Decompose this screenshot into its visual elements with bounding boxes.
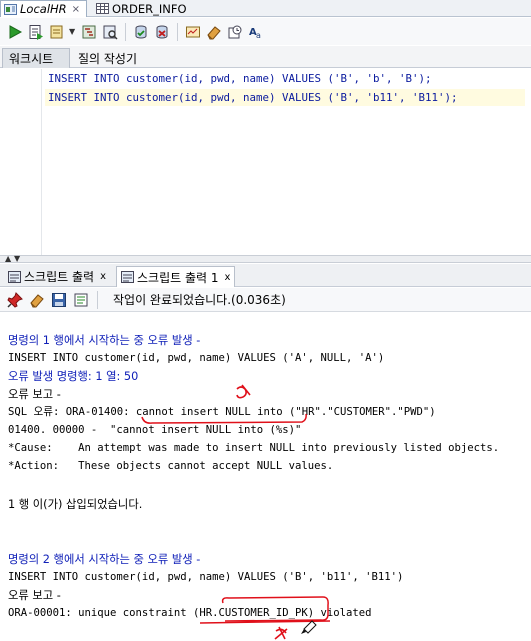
output-line: SQL 오류: ORA-01400: cannot insert NULL in… [8, 406, 436, 418]
eraser-icon[interactable] [28, 291, 46, 309]
tab-label: 스크립트 출력 [24, 270, 95, 284]
doc-tab-label: LocalHR [20, 2, 67, 16]
output-tab-bar: 스크립트 출력 x 스크립트 출력 1 x [0, 264, 531, 287]
doc-tab-order-info[interactable]: ORDER_INFO [93, 0, 208, 17]
tab-script-output-1[interactable]: 스크립트 출력 1 x [116, 266, 236, 287]
line-gutter [0, 69, 42, 255]
close-icon[interactable]: x [100, 271, 106, 282]
script-output-icon [121, 271, 134, 283]
output-line: ORA-00001: unique constraint (HR.CUSTOME… [8, 607, 372, 619]
output-line: 01400. 00000 - "cannot insert NULL into … [8, 424, 302, 436]
output-line: 오류 발생 명령행: 1 열: 50 [8, 370, 139, 383]
script-output-icon [8, 270, 21, 283]
collapse-down-icon[interactable]: ▼ [14, 254, 20, 263]
output-line: 오류 보고 - [8, 589, 61, 602]
code-line-current[interactable]: INSERT INTO customer(id, pwd, name) VALU… [45, 89, 525, 106]
worksheet-tab-bar: 워크시트 질의 작성기 [0, 46, 531, 68]
output-line: 오류 보고 - [8, 388, 61, 401]
doc-tab-localhr[interactable]: LocalHR × [0, 0, 87, 17]
collapse-up-icon[interactable]: ▲ [5, 254, 11, 263]
output-toolbar: 작업이 완료되었습니다.(0.036초) [0, 288, 531, 312]
sql-monitor-icon[interactable] [184, 23, 202, 41]
output-line: *Action: These objects cannot accept NUL… [8, 460, 334, 472]
tab-script-output[interactable]: 스크립트 출력 x [4, 266, 110, 287]
tab-label: 스크립트 출력 1 [137, 270, 219, 285]
worksheet-toolbar: ▼ Aa [0, 18, 531, 45]
close-icon[interactable]: × [72, 4, 80, 15]
doc-tab-label: ORDER_INFO [112, 1, 187, 16]
run-statement-icon[interactable] [6, 23, 24, 41]
sql-tuning-icon[interactable] [101, 23, 119, 41]
pin-icon[interactable] [6, 291, 24, 309]
output-line: *Cause: An attempt was made to insert NU… [8, 442, 500, 454]
eraser-icon[interactable] [205, 23, 223, 41]
document-tab-bar: LocalHR × ORDER_INFO [0, 0, 531, 17]
print-icon[interactable] [72, 291, 90, 309]
autotrace-icon[interactable] [48, 23, 66, 41]
save-icon[interactable] [50, 291, 68, 309]
output-line: 1 행 이(가) 삽입되었습니다. [8, 498, 143, 511]
close-icon[interactable]: x [225, 272, 231, 283]
commit-icon[interactable] [132, 23, 150, 41]
pane-splitter[interactable]: ▲ ▼ [0, 254, 531, 263]
status-message: 작업이 완료되었습니다.(0.036초) [113, 293, 286, 307]
sql-worksheet-icon [4, 3, 17, 15]
output-line: 명령의 2 행에서 시작하는 중 오류 발생 - [8, 553, 201, 566]
run-script-icon[interactable] [27, 23, 45, 41]
toolbar-divider [125, 22, 126, 41]
toolbar-divider [177, 22, 178, 41]
output-line: INSERT INTO customer(id, pwd, name) VALU… [8, 571, 404, 583]
code-line[interactable]: INSERT INTO customer(id, pwd, name) VALU… [45, 70, 525, 87]
history-icon[interactable] [226, 23, 244, 41]
chevron-down-icon[interactable]: ▼ [69, 27, 77, 36]
tab-label: 워크시트 [9, 52, 54, 66]
format-sql-icon[interactable]: Aa [247, 23, 265, 41]
script-output-panel[interactable]: 명령의 1 행에서 시작하는 중 오류 발생 - INSERT INTO cus… [0, 313, 531, 641]
tab-label: 질의 작성기 [78, 51, 138, 66]
tab-worksheet[interactable]: 워크시트 [2, 48, 70, 68]
rollback-icon[interactable] [153, 23, 171, 41]
output-line: 명령의 1 행에서 시작하는 중 오류 발생 - [8, 334, 201, 347]
sql-editor[interactable]: INSERT INTO customer(id, pwd, name) VALU… [0, 69, 531, 255]
output-line: INSERT INTO customer(id, pwd, name) VALU… [8, 352, 385, 364]
explain-plan-icon[interactable] [80, 23, 98, 41]
svg-text:a: a [256, 31, 261, 40]
tab-query-builder[interactable]: 질의 작성기 [72, 48, 143, 68]
table-icon [96, 3, 109, 14]
toolbar-divider [97, 290, 98, 309]
